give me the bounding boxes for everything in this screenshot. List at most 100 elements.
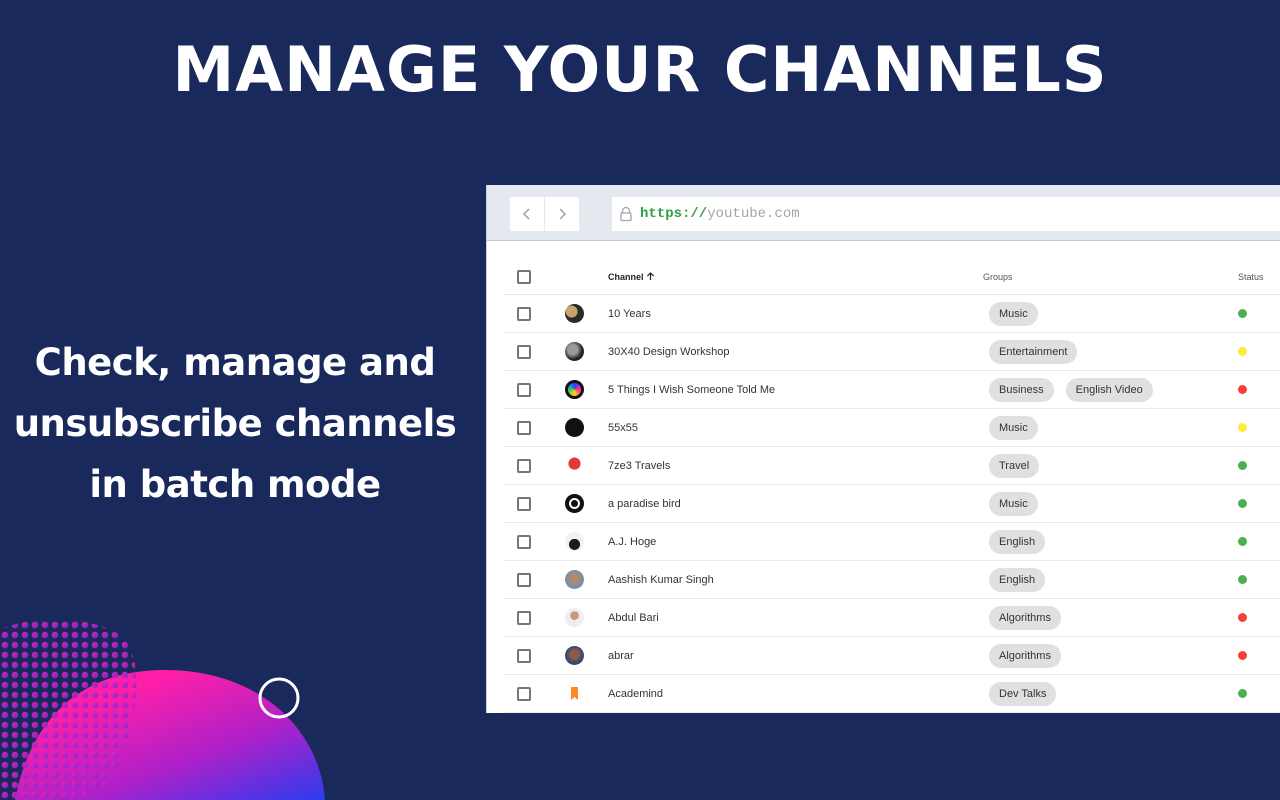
browser-window: https:// youtube.com Channel Groups Stat… bbox=[486, 185, 1280, 713]
group-chip[interactable]: Travel bbox=[989, 453, 1040, 478]
group-chip[interactable]: Music bbox=[989, 491, 1038, 516]
channel-name[interactable]: Aashish Kumar Singh bbox=[608, 574, 714, 586]
decorative-blob-graphic bbox=[0, 619, 325, 800]
row-checkbox[interactable] bbox=[517, 648, 531, 663]
table-row[interactable]: Aashish Kumar Singh English bbox=[503, 561, 1280, 599]
channel-avatar bbox=[565, 304, 584, 323]
row-checkbox[interactable] bbox=[517, 382, 531, 397]
row-checkbox[interactable] bbox=[517, 496, 531, 511]
channel-avatar bbox=[565, 570, 584, 589]
row-checkbox[interactable] bbox=[517, 420, 531, 435]
group-chips: Music bbox=[989, 491, 1038, 516]
row-checkbox[interactable] bbox=[517, 686, 531, 701]
channel-name[interactable]: 7ze3 Travels bbox=[608, 460, 670, 472]
group-chip[interactable]: Algorithms bbox=[989, 643, 1061, 668]
status-indicator-green bbox=[1238, 575, 1247, 584]
group-chips: Business English Video bbox=[989, 377, 1153, 402]
row-checkbox[interactable] bbox=[517, 344, 531, 359]
group-chips: Algorithms bbox=[989, 605, 1061, 630]
status-indicator-red bbox=[1238, 613, 1247, 622]
row-checkbox[interactable] bbox=[517, 534, 531, 549]
channel-name[interactable]: Academind bbox=[608, 688, 663, 700]
column-header-status[interactable]: Status bbox=[1238, 272, 1264, 282]
table-row[interactable]: 7ze3 Travels Travel bbox=[503, 447, 1280, 485]
table-row[interactable]: abrar Algorithms bbox=[503, 637, 1280, 675]
status-indicator-red bbox=[1238, 651, 1247, 660]
channel-name[interactable]: 10 Years bbox=[608, 308, 651, 320]
channel-name[interactable]: 55x55 bbox=[608, 422, 638, 434]
row-checkbox[interactable] bbox=[517, 572, 531, 587]
status-indicator-green bbox=[1238, 689, 1247, 698]
group-chips: Algorithms bbox=[989, 643, 1061, 668]
group-chip[interactable]: Entertainment bbox=[989, 339, 1078, 364]
group-chip[interactable]: Music bbox=[989, 301, 1038, 326]
group-chip[interactable]: Dev Talks bbox=[989, 681, 1057, 706]
channel-avatar bbox=[565, 456, 584, 475]
feature-line: unsubscribe channels bbox=[13, 402, 457, 445]
group-chips: Dev Talks bbox=[989, 681, 1057, 706]
channel-name[interactable]: Abdul Bari bbox=[608, 612, 659, 624]
group-chips: English bbox=[989, 529, 1046, 554]
chevron-right-icon bbox=[559, 208, 567, 220]
row-checkbox[interactable] bbox=[517, 610, 531, 625]
group-chip[interactable]: Music bbox=[989, 415, 1038, 440]
url-host: youtube.com bbox=[707, 206, 800, 222]
table-body: 10 Years Music 30X40 Design Workshop Entert… bbox=[503, 295, 1280, 713]
column-header-channel[interactable]: Channel bbox=[608, 272, 655, 282]
column-header-groups[interactable]: Groups bbox=[983, 272, 1013, 282]
channel-name[interactable]: 5 Things I Wish Someone Told Me bbox=[608, 384, 775, 396]
group-chips: Entertainment bbox=[989, 339, 1078, 364]
feature-description: Check, manage and unsubscribe channels i… bbox=[0, 332, 470, 515]
group-chip[interactable]: English Video bbox=[1065, 377, 1153, 402]
chevron-left-icon bbox=[522, 208, 530, 220]
address-bar[interactable]: https:// youtube.com bbox=[612, 197, 1280, 231]
status-indicator-yellow bbox=[1238, 347, 1247, 356]
page-headline: MANAGE YOUR CHANNELS bbox=[172, 33, 1108, 106]
table-row[interactable]: Abdul Bari Algorithms bbox=[503, 599, 1280, 637]
group-chip[interactable]: Business bbox=[989, 377, 1054, 402]
status-indicator-red bbox=[1238, 385, 1247, 394]
forward-button[interactable] bbox=[545, 197, 579, 231]
table-row[interactable]: 30X40 Design Workshop Entertainment bbox=[503, 333, 1280, 371]
group-chips: Travel bbox=[989, 453, 1040, 478]
channel-avatar bbox=[565, 342, 584, 361]
group-chip[interactable]: Algorithms bbox=[989, 605, 1061, 630]
group-chip[interactable]: English bbox=[989, 567, 1046, 592]
browser-toolbar: https:// youtube.com bbox=[487, 185, 1280, 241]
table-row[interactable]: A.J. Hoge English bbox=[503, 523, 1280, 561]
select-all-checkbox[interactable] bbox=[517, 269, 531, 284]
table-row[interactable]: 10 Years Music bbox=[503, 295, 1280, 333]
feature-line: in batch mode bbox=[89, 463, 381, 506]
status-indicator-yellow bbox=[1238, 423, 1247, 432]
group-chips: Music bbox=[989, 415, 1038, 440]
table-row[interactable]: a paradise bird Music bbox=[503, 485, 1280, 523]
status-indicator-green bbox=[1238, 309, 1247, 318]
channel-avatar bbox=[565, 418, 584, 437]
channels-table: Channel Groups Status 10 Years Music 30X40… bbox=[503, 259, 1280, 713]
table-row[interactable]: Academind Dev Talks bbox=[503, 675, 1280, 713]
table-header: Channel Groups Status bbox=[503, 259, 1280, 295]
status-indicator-green bbox=[1238, 499, 1247, 508]
group-chips: English bbox=[989, 567, 1046, 592]
row-checkbox[interactable] bbox=[517, 458, 531, 473]
channel-avatar bbox=[565, 380, 584, 399]
channel-avatar bbox=[565, 494, 584, 513]
channel-name[interactable]: A.J. Hoge bbox=[608, 536, 656, 548]
channel-avatar bbox=[565, 684, 584, 703]
table-row[interactable]: 55x55 Music bbox=[503, 409, 1280, 447]
row-checkbox[interactable] bbox=[517, 306, 531, 321]
channel-name[interactable]: a paradise bird bbox=[608, 498, 681, 510]
lock-icon bbox=[620, 206, 632, 222]
url-scheme: https:// bbox=[640, 206, 708, 222]
arrow-up-icon bbox=[646, 271, 655, 280]
channel-name[interactable]: abrar bbox=[608, 650, 634, 662]
channel-name[interactable]: 30X40 Design Workshop bbox=[608, 346, 729, 358]
channel-avatar bbox=[565, 532, 584, 551]
table-row[interactable]: 5 Things I Wish Someone Told Me Business E… bbox=[503, 371, 1280, 409]
group-chips: Music bbox=[989, 301, 1038, 326]
channel-avatar bbox=[565, 608, 584, 627]
bookmark-icon bbox=[571, 687, 578, 700]
back-button[interactable] bbox=[510, 197, 544, 231]
group-chip[interactable]: English bbox=[989, 529, 1046, 554]
status-indicator-green bbox=[1238, 461, 1247, 470]
